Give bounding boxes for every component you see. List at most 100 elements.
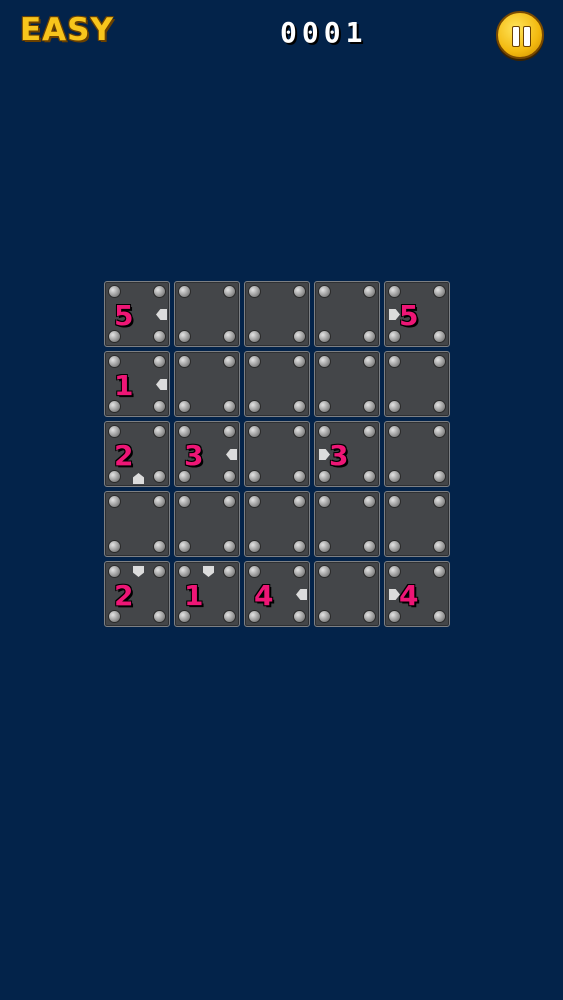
board-tile[interactable]: 3	[174, 421, 240, 487]
clue-number: 5	[399, 299, 419, 332]
arrow-up-icon	[133, 473, 144, 484]
bolt-icon	[224, 286, 235, 297]
board-tile[interactable]	[314, 351, 380, 417]
board-tile[interactable]	[384, 491, 450, 557]
bolt-icon	[224, 611, 235, 622]
bolt-icon	[434, 426, 445, 437]
clue-number: 1	[184, 579, 204, 612]
board-tile[interactable]: 1	[104, 351, 170, 417]
board-tile[interactable]	[244, 351, 310, 417]
pause-button[interactable]	[496, 11, 544, 59]
clue-number: 3	[329, 439, 349, 472]
bolt-icon	[224, 356, 235, 367]
bolt-icon	[249, 566, 260, 577]
bolt-icon	[319, 496, 330, 507]
board-tile[interactable]: 4	[244, 561, 310, 627]
bolt-icon	[434, 611, 445, 622]
bolt-icon	[109, 286, 120, 297]
bolt-icon	[434, 401, 445, 412]
bolt-icon	[154, 356, 165, 367]
board-tile[interactable]	[384, 351, 450, 417]
bolt-icon	[364, 356, 375, 367]
bolt-icon	[389, 566, 400, 577]
bolt-icon	[319, 331, 330, 342]
board-tile[interactable]	[244, 491, 310, 557]
arrow-down-icon	[203, 566, 214, 577]
bolt-icon	[249, 426, 260, 437]
clue-number: 4	[254, 579, 274, 612]
bolt-icon	[389, 471, 400, 482]
bolt-icon	[154, 286, 165, 297]
bolt-icon	[319, 541, 330, 552]
move-counter: 0001	[280, 16, 368, 49]
bolt-icon	[109, 496, 120, 507]
board-tile[interactable]	[174, 281, 240, 347]
board-tile[interactable]	[384, 421, 450, 487]
board-tile[interactable]	[174, 491, 240, 557]
bolt-icon	[109, 611, 120, 622]
bolt-icon	[434, 471, 445, 482]
clue-number: 2	[114, 439, 134, 472]
bolt-icon	[434, 331, 445, 342]
bolt-icon	[294, 566, 305, 577]
bolt-icon	[249, 331, 260, 342]
board-tile[interactable]: 5	[384, 281, 450, 347]
bolt-icon	[154, 401, 165, 412]
arrow-left-icon	[156, 379, 167, 390]
bolt-icon	[179, 356, 190, 367]
bolt-icon	[109, 401, 120, 412]
bolt-icon	[249, 471, 260, 482]
bolt-icon	[249, 401, 260, 412]
bolt-icon	[224, 566, 235, 577]
bolt-icon	[319, 426, 330, 437]
bolt-icon	[109, 566, 120, 577]
bolt-icon	[319, 611, 330, 622]
bolt-icon	[364, 566, 375, 577]
bolt-icon	[249, 286, 260, 297]
bolt-icon	[364, 611, 375, 622]
bolt-icon	[249, 496, 260, 507]
bolt-icon	[224, 401, 235, 412]
arrow-left-icon	[296, 589, 307, 600]
board-tile[interactable]	[244, 421, 310, 487]
bolt-icon	[319, 356, 330, 367]
board-tile[interactable]: 4	[384, 561, 450, 627]
clue-number: 1	[114, 369, 134, 402]
puzzle-board: 5 5 1 2 3 3 2 1 4 4	[104, 281, 456, 631]
bolt-icon	[179, 611, 190, 622]
clue-number: 2	[114, 579, 134, 612]
bolt-icon	[154, 611, 165, 622]
board-tile[interactable]: 1	[174, 561, 240, 627]
bolt-icon	[389, 356, 400, 367]
board-tile[interactable]	[174, 351, 240, 417]
board-tile[interactable]	[244, 281, 310, 347]
bolt-icon	[294, 611, 305, 622]
bolt-icon	[179, 426, 190, 437]
bolt-icon	[434, 541, 445, 552]
board-tile[interactable]	[314, 561, 380, 627]
bolt-icon	[364, 331, 375, 342]
board-tile[interactable]	[314, 281, 380, 347]
bolt-icon	[389, 331, 400, 342]
bolt-icon	[224, 496, 235, 507]
bolt-icon	[109, 331, 120, 342]
board-tile[interactable]: 3	[314, 421, 380, 487]
bolt-icon	[154, 426, 165, 437]
bolt-icon	[249, 611, 260, 622]
board-tile[interactable]: 2	[104, 561, 170, 627]
bolt-icon	[224, 471, 235, 482]
bolt-icon	[179, 331, 190, 342]
difficulty-label: EASY	[20, 12, 114, 48]
arrow-left-icon	[156, 309, 167, 320]
board-tile[interactable]	[314, 491, 380, 557]
bolt-icon	[434, 286, 445, 297]
board-tile[interactable]: 2	[104, 421, 170, 487]
bolt-icon	[109, 356, 120, 367]
bolt-icon	[389, 286, 400, 297]
board-tile[interactable]: 5	[104, 281, 170, 347]
board-tile[interactable]	[104, 491, 170, 557]
bolt-icon	[389, 496, 400, 507]
bolt-icon	[224, 426, 235, 437]
bolt-icon	[179, 471, 190, 482]
bolt-icon	[154, 541, 165, 552]
